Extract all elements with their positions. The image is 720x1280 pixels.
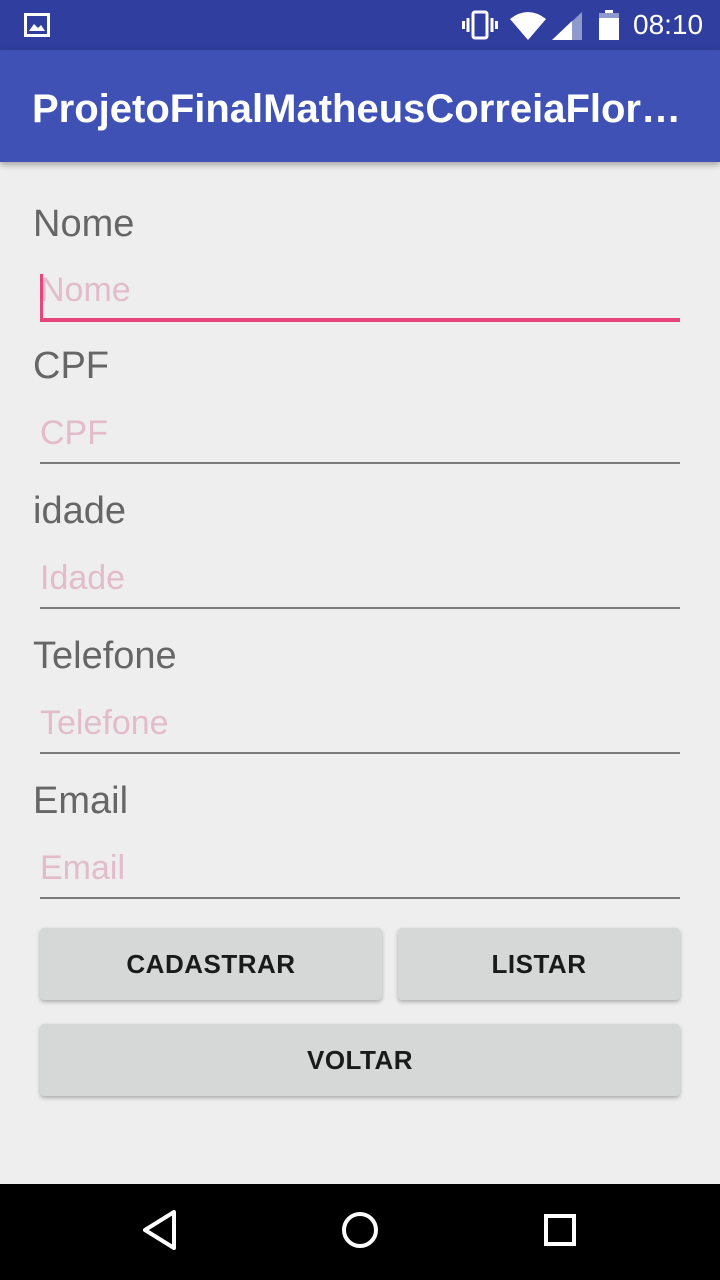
telefone-input[interactable]	[40, 694, 680, 752]
idade-field-container	[40, 549, 680, 609]
nome-input[interactable]	[40, 262, 680, 318]
vibrate-icon	[462, 10, 498, 45]
back-icon[interactable]	[140, 1208, 180, 1257]
idade-label: idade	[33, 490, 126, 532]
home-icon[interactable]	[340, 1208, 380, 1257]
cpf-label: CPF	[33, 345, 109, 387]
app-title: ProjetoFinalMatheusCorreiaFlorencio	[32, 87, 682, 131]
idade-input[interactable]	[40, 549, 680, 607]
nome-field-container	[40, 262, 680, 322]
status-clock: 08:10	[633, 9, 704, 40]
text-cursor	[40, 274, 43, 318]
nome-label: Nome	[33, 203, 135, 245]
telefone-field-container	[40, 694, 680, 754]
listar-button[interactable]: LISTAR	[398, 928, 680, 1000]
status-bar: 08:10	[0, 0, 720, 50]
image-notification-icon	[24, 13, 50, 42]
wifi-icon	[510, 12, 546, 45]
navigation-bar	[0, 1184, 720, 1280]
cpf-input[interactable]	[40, 404, 680, 462]
signal-icon	[552, 12, 582, 45]
telefone-label: Telefone	[33, 635, 177, 677]
battery-icon	[599, 10, 619, 45]
email-label: Email	[33, 780, 129, 822]
voltar-button[interactable]: VOLTAR	[40, 1024, 680, 1096]
app-bar: ProjetoFinalMatheusCorreiaFlorencio	[0, 50, 720, 162]
recents-icon[interactable]	[540, 1208, 580, 1257]
email-field-container	[40, 839, 680, 899]
email-input[interactable]	[40, 839, 680, 897]
cadastrar-button[interactable]: CADASTRAR	[40, 928, 382, 1000]
cpf-field-container	[40, 404, 680, 464]
